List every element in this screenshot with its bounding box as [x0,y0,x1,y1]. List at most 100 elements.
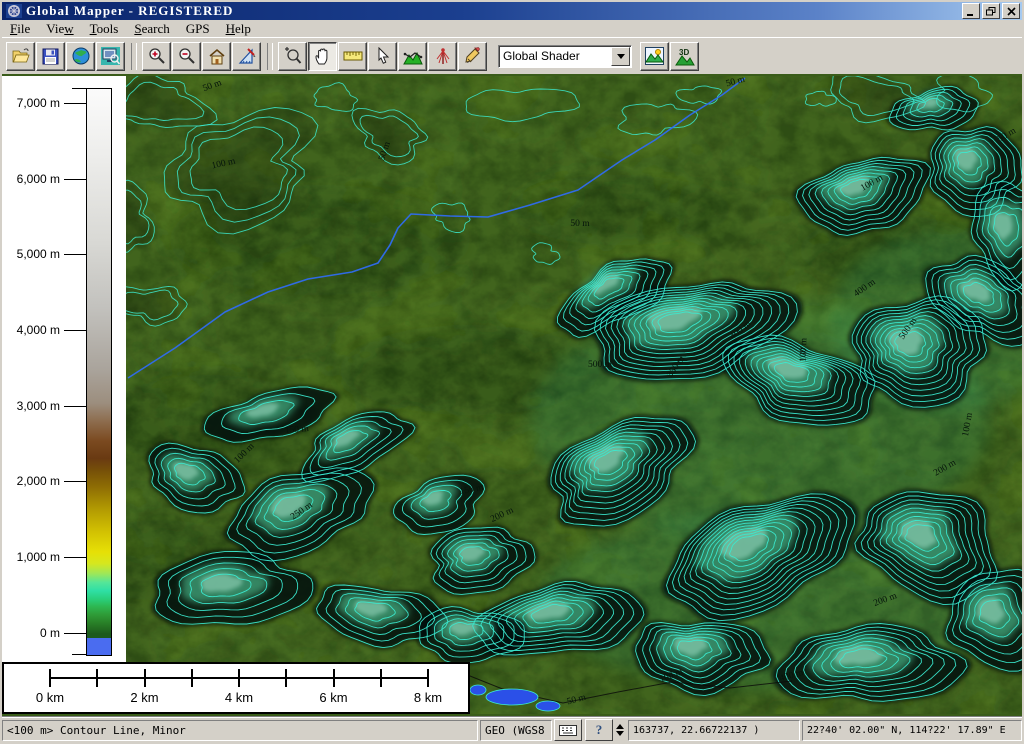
view-shed-tool-button[interactable] [428,42,457,71]
scale-tick [49,669,51,687]
svg-text:3D: 3D [679,48,689,57]
legend-tick-label: 7,000 m [4,96,60,110]
scale-bar: 0 km2 km4 km6 km8 km [2,662,470,714]
close-icon [1007,7,1016,16]
menu-gps[interactable]: GPS [178,20,218,38]
scale-label: 4 km [225,690,253,705]
lake [470,685,486,695]
feature-status-pane: <100 m> Contour Line, Minor [2,720,478,741]
open-folder-icon [11,47,31,65]
dropdown-arrow-icon[interactable] [611,47,630,66]
scale-tick [191,669,193,687]
dms-coords-text: 22?40' 02.00" N, 114?22' 17.89" E [807,725,1006,736]
hand-pan-icon [315,47,331,65]
keyboard-icon [559,725,577,736]
3d-view-button[interactable]: 3D [670,42,699,71]
contour-label: 150 m [284,424,309,436]
scale-tick [238,669,240,687]
scale-label: 2 km [130,690,158,705]
3d-view-icon: 3D [675,47,695,66]
legend-tick [64,254,86,255]
shader-dropdown[interactable]: Global Shader [498,45,632,68]
status-bar: <100 m> Contour Line, Minor GEO (WGS8 ? … [2,716,1022,742]
help-icon: ? [596,722,603,738]
magnifier-tool-icon [284,47,302,65]
legend-tick-label: 4,000 m [4,323,60,337]
legend-tick [64,330,86,331]
legend-tick-label: 6,000 m [4,172,60,186]
pencil-icon [465,47,481,65]
zoom-spinner[interactable] [616,720,624,740]
home-icon [208,48,226,65]
scale-ruler-icon [238,47,256,65]
scale-tick [380,669,382,687]
projection-text: GEO (WGS8 [485,724,545,737]
zoom-tool-button[interactable] [278,42,307,71]
global-mapper-window: { "window": { "title": "Global Mapper - … [0,0,1024,744]
elevation-legend: 7,000 m6,000 m5,000 m4,000 m3,000 m2,000… [2,76,126,662]
globe-icon [72,47,90,65]
contour-label: 100 m [799,337,810,362]
scale-tick [144,669,146,687]
pan-tool-button[interactable] [308,42,337,71]
app-icon [6,4,22,18]
toolbar-separator [267,43,273,70]
zoom-out-icon [178,47,196,65]
open-file-button[interactable] [6,42,35,71]
save-button[interactable] [36,42,65,71]
digitizer-tool-button[interactable] [458,42,487,71]
feature-status-text: <100 m> Contour Line, Minor [7,724,186,737]
overlay-control-center-button[interactable] [96,42,125,71]
legend-tick-label: 3,000 m [4,399,60,413]
raster-options-button[interactable] [640,42,669,71]
scale-tick [96,669,98,687]
contour-label: 500 m [588,360,613,370]
menu-file[interactable]: File [2,20,38,38]
minimize-button[interactable] [962,3,980,19]
legend-tick-label: 5,000 m [4,247,60,261]
help-button[interactable]: ? [585,719,613,741]
menu-search[interactable]: Search [126,20,177,38]
zoom-to-scale-button[interactable] [232,42,261,71]
map-canvas[interactable]: 50 m50 m100 m50 m50 m500 m350 m400 m100 … [126,76,1022,714]
menu-help[interactable]: Help [218,20,259,38]
measure-tool-button[interactable] [338,42,367,71]
antenna-icon [435,47,451,65]
shader-dropdown-value: Global Shader [499,49,611,63]
menu-tools[interactable]: Tools [82,20,127,38]
scale-tick [427,669,429,687]
legend-tick-label: 1,000 m [4,550,60,564]
path-profile-tool-button[interactable] [398,42,427,71]
control-center-icon [101,47,120,65]
legend-tick [64,179,86,180]
restore-button[interactable] [982,3,1000,19]
legend-tick [72,654,86,655]
pointer-tool-button[interactable] [368,42,397,71]
dms-coords-pane: 22?40' 02.00" N, 114?22' 17.89" E [802,720,1022,741]
projection-pane: GEO (WGS8 [480,720,552,741]
zoom-out-button[interactable] [172,42,201,71]
scale-label: 8 km [414,690,442,705]
legend-tick [64,481,86,482]
close-button[interactable] [1002,3,1020,19]
lake [486,689,538,705]
scale-label: 6 km [319,690,347,705]
scale-tick [333,669,335,687]
toolbar: Global Shader 3D [2,37,1022,74]
zoom-in-button[interactable] [142,42,171,71]
lake [536,701,560,711]
legend-tick [64,406,86,407]
scale-tick [285,669,287,687]
path-profile-icon [403,48,423,65]
legend-tick [72,88,86,89]
legend-tick [64,103,86,104]
image-options-icon [645,47,664,65]
map-client-area: 50 m50 m100 m50 m50 m500 m350 m400 m100 … [2,74,1022,716]
toolbar-separator [131,43,137,70]
full-view-button[interactable] [202,42,231,71]
world-data-button[interactable] [66,42,95,71]
menu-view[interactable]: View [38,20,81,38]
menu-bar: File View Tools Search GPS Help [2,20,1022,37]
title-bar: Global Mapper - REGISTERED [2,2,1022,20]
keyboard-button[interactable] [554,719,582,741]
